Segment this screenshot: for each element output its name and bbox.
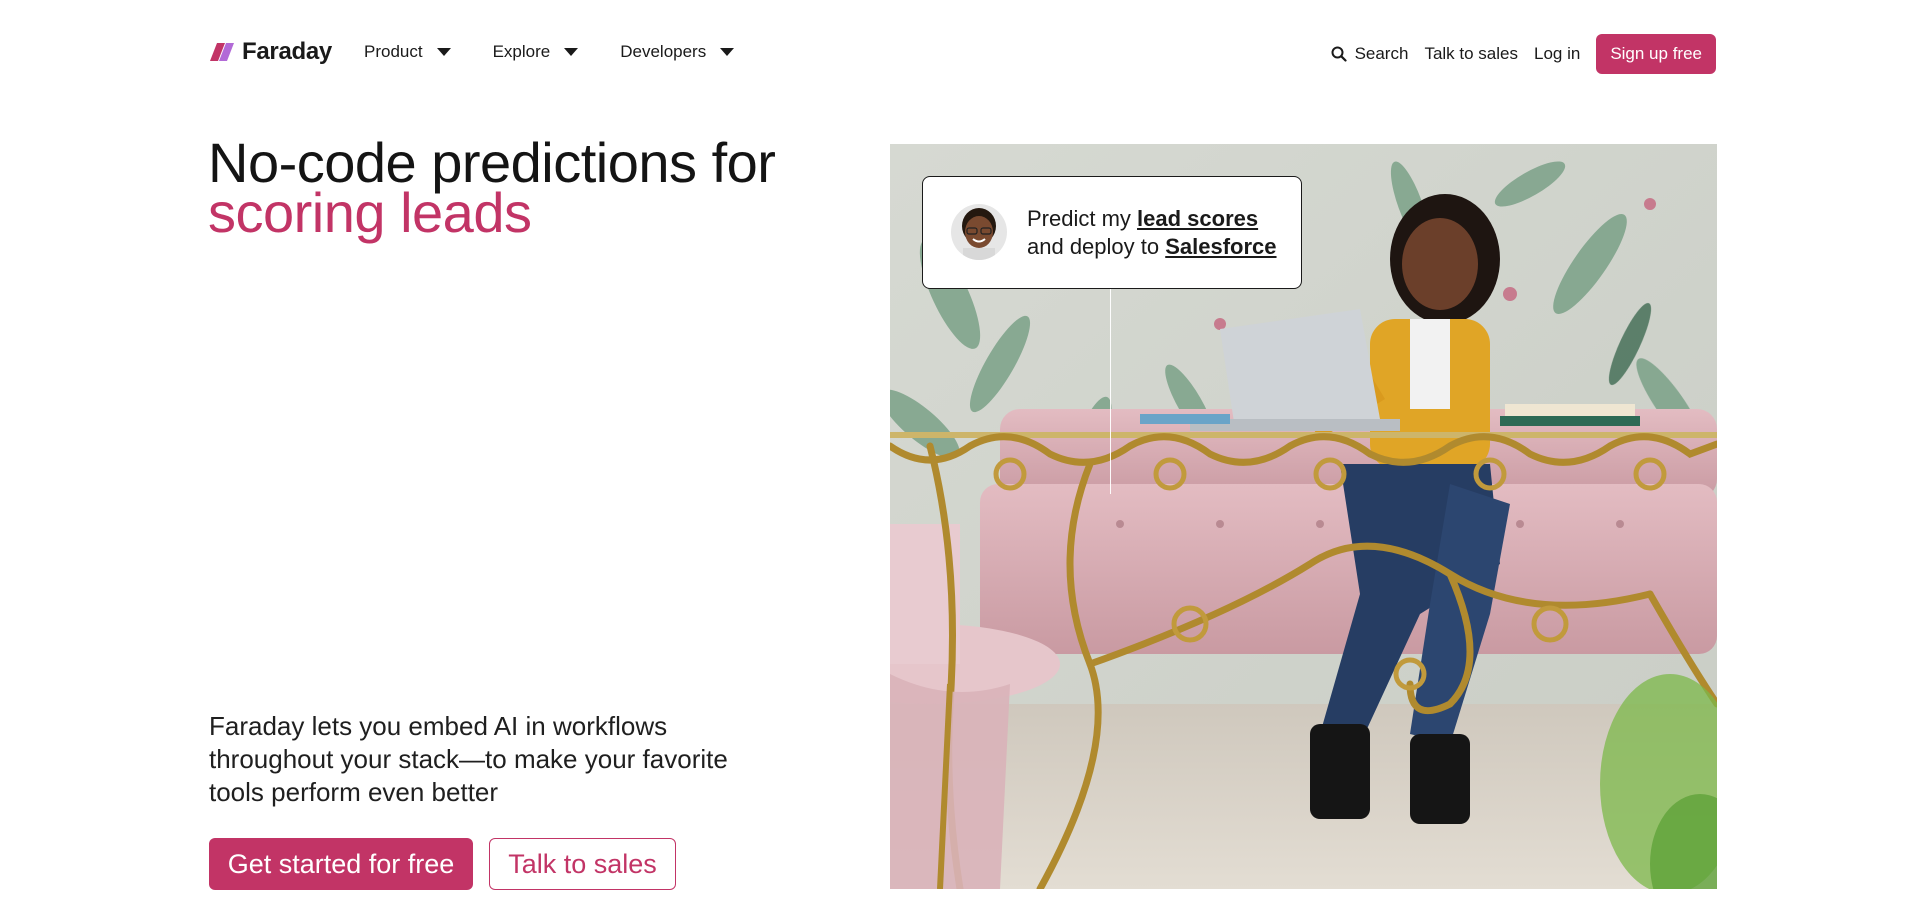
faraday-logo-icon bbox=[210, 43, 234, 61]
chevron-down-icon bbox=[564, 48, 579, 56]
talk-to-sales-button[interactable]: Talk to sales bbox=[489, 838, 676, 890]
lead-scores-link[interactable]: lead scores bbox=[1137, 206, 1258, 231]
signup-button[interactable]: Sign up free bbox=[1596, 34, 1716, 74]
connector-line bbox=[1110, 289, 1111, 494]
logo-wordmark: Faraday bbox=[242, 38, 332, 65]
chevron-down-icon bbox=[720, 48, 735, 56]
main-nav: Product Explore Developers bbox=[364, 42, 735, 62]
prompt-text-a: Predict my bbox=[1027, 206, 1138, 231]
prompt-text: Predict my lead scores and deploy to Sal… bbox=[1027, 205, 1277, 261]
get-started-button[interactable]: Get started for free bbox=[209, 838, 473, 890]
prompt-bubble: Predict my lead scores and deploy to Sal… bbox=[922, 176, 1302, 289]
person-avatar-icon bbox=[951, 204, 1007, 260]
nav-developers[interactable]: Developers bbox=[620, 42, 735, 62]
nav-explore-label: Explore bbox=[492, 42, 551, 61]
nav-product-label: Product bbox=[364, 42, 423, 61]
login-link[interactable]: Log in bbox=[1534, 44, 1580, 64]
search-button[interactable]: Search bbox=[1331, 44, 1409, 64]
nav-developers-label: Developers bbox=[620, 42, 707, 61]
talk-to-sales-link[interactable]: Talk to sales bbox=[1424, 44, 1518, 64]
hero-headline: No-code predictions for scoring leads bbox=[208, 135, 776, 244]
nav-product[interactable]: Product bbox=[364, 42, 451, 62]
faraday-logo[interactable]: Faraday bbox=[210, 38, 332, 66]
search-icon bbox=[1331, 46, 1347, 62]
utility-nav: Search Talk to sales Log in Sign up free bbox=[1331, 34, 1716, 74]
hero-subtext: Faraday lets you embed AI in workflows t… bbox=[209, 711, 728, 807]
search-label: Search bbox=[1354, 44, 1409, 63]
prompt-text-b: and deploy to bbox=[1027, 234, 1166, 259]
prompt-line-1: Predict my lead scores bbox=[1027, 205, 1277, 233]
avatar bbox=[951, 204, 1007, 260]
salesforce-link[interactable]: Salesforce bbox=[1165, 234, 1276, 259]
site-header: Faraday Product Explore Developers Searc… bbox=[0, 0, 1913, 110]
prompt-line-2: and deploy to Salesforce bbox=[1027, 233, 1277, 261]
nav-explore[interactable]: Explore bbox=[493, 42, 579, 62]
chevron-down-icon bbox=[436, 48, 451, 56]
headline-line-2: scoring leads bbox=[208, 181, 532, 244]
